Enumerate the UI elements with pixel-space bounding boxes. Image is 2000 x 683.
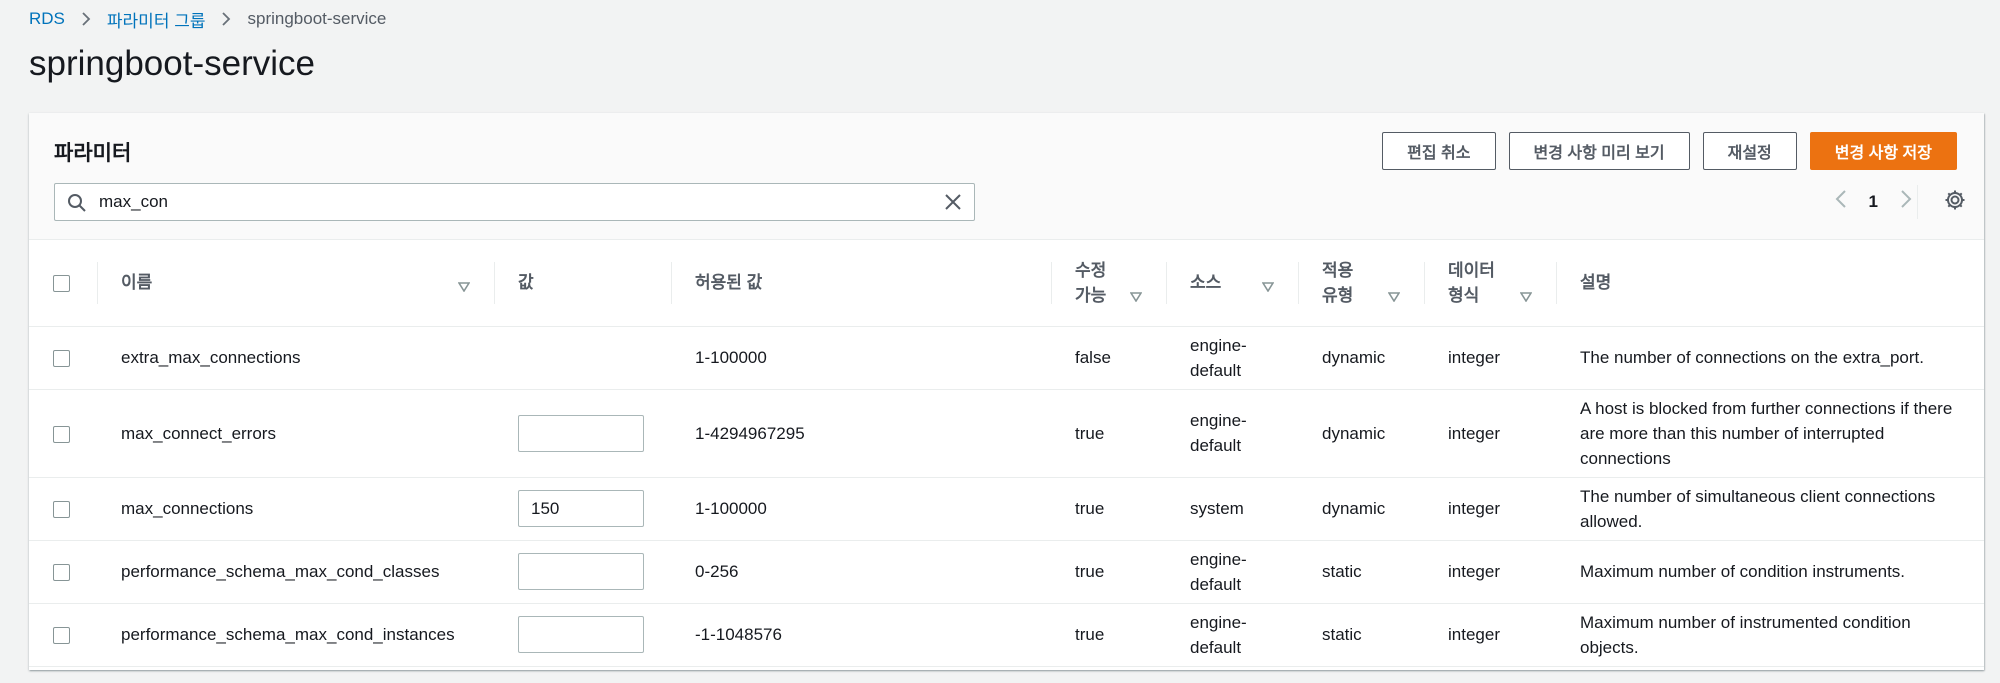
chevron-right-icon[interactable] bbox=[1900, 189, 1912, 214]
param-data-type: integer bbox=[1424, 540, 1556, 604]
breadcrumb-parameter-groups[interactable]: 파라미터 그룹 bbox=[107, 7, 206, 32]
sort-down-icon[interactable] bbox=[1387, 284, 1401, 309]
param-value bbox=[494, 326, 671, 390]
param-apply-type: dynamic bbox=[1298, 326, 1424, 390]
param-name: extra_max_connections bbox=[97, 326, 494, 390]
param-value-input[interactable] bbox=[518, 553, 644, 590]
chevron-left-icon[interactable] bbox=[1835, 189, 1847, 214]
param-data-type: integer bbox=[1424, 326, 1556, 390]
action-buttons: 편집 취소 변경 사항 미리 보기 재설정 변경 사항 저장 bbox=[1382, 132, 1957, 170]
row-checkbox[interactable] bbox=[53, 350, 70, 368]
search-input[interactable] bbox=[99, 188, 919, 216]
column-value: 값 bbox=[494, 240, 671, 327]
table-row: performance_schema_max_cond_classes 0-25… bbox=[29, 540, 1984, 604]
param-modifiable: true bbox=[1051, 540, 1166, 604]
param-allowed: -1-1048576 bbox=[671, 603, 1051, 667]
close-icon[interactable] bbox=[944, 193, 962, 216]
column-apply-type[interactable]: 적용 유형 bbox=[1298, 240, 1424, 327]
column-name[interactable]: 이름 bbox=[97, 240, 494, 327]
row-checkbox[interactable] bbox=[53, 564, 70, 582]
breadcrumb-current: springboot-service bbox=[247, 9, 387, 28]
sort-down-icon[interactable] bbox=[1129, 284, 1143, 309]
param-apply-type: static bbox=[1298, 540, 1424, 604]
parameters-panel: 파라미터 편집 취소 변경 사항 미리 보기 재설정 변경 사항 저장 1 bbox=[29, 113, 1984, 670]
param-data-type: integer bbox=[1424, 603, 1556, 667]
param-name: performance_schema_max_cond_instances bbox=[97, 603, 494, 667]
table-row: max_connections 1-100000 true system dyn… bbox=[29, 477, 1984, 541]
column-data-type[interactable]: 데이터 형식 bbox=[1424, 240, 1556, 327]
gear-icon[interactable] bbox=[1944, 189, 1966, 216]
cancel-edit-button[interactable]: 편집 취소 bbox=[1382, 132, 1496, 170]
search-field[interactable] bbox=[54, 183, 975, 221]
param-description: The number of simultaneous client connec… bbox=[1556, 477, 1984, 541]
param-description: Maximum number of instrumented condition… bbox=[1556, 603, 1984, 667]
param-apply-type: dynamic bbox=[1298, 477, 1424, 541]
row-checkbox[interactable] bbox=[53, 627, 70, 645]
pagination: 1 bbox=[1835, 189, 1912, 214]
param-value-input[interactable] bbox=[518, 414, 644, 452]
table-row: extra_max_connections 1-100000 false eng… bbox=[29, 326, 1984, 390]
breadcrumb-rds[interactable]: RDS bbox=[29, 9, 65, 29]
param-name: max_connect_errors bbox=[97, 389, 494, 478]
sort-down-icon[interactable] bbox=[457, 274, 471, 299]
param-allowed: 1-100000 bbox=[671, 326, 1051, 390]
current-page[interactable]: 1 bbox=[1869, 192, 1878, 212]
chevron-right-icon bbox=[81, 11, 91, 27]
breadcrumb: RDS 파라미터 그룹 springboot-service bbox=[29, 7, 386, 31]
column-source[interactable]: 소스 bbox=[1166, 240, 1298, 327]
column-modifiable[interactable]: 수정 가능 bbox=[1051, 240, 1166, 327]
row-checkbox[interactable] bbox=[53, 501, 70, 519]
select-all-checkbox[interactable] bbox=[53, 275, 70, 293]
param-name: performance_schema_max_cond_classes bbox=[97, 540, 494, 604]
header-select-all bbox=[29, 240, 97, 327]
param-allowed: 1-4294967295 bbox=[671, 389, 1051, 478]
reset-button[interactable]: 재설정 bbox=[1702, 132, 1797, 170]
param-description: Maximum number of condition instruments. bbox=[1556, 540, 1984, 604]
save-changes-button[interactable]: 변경 사항 저장 bbox=[1809, 132, 1957, 170]
param-source: engine-default bbox=[1166, 326, 1298, 390]
param-source: engine-default bbox=[1166, 540, 1298, 604]
table-row: performance_schema_max_cond_instances -1… bbox=[29, 603, 1984, 667]
chevron-right-icon bbox=[221, 11, 231, 27]
param-modifiable: false bbox=[1051, 326, 1166, 390]
param-source: engine-default bbox=[1166, 603, 1298, 667]
table-header-row: 이름 값 허용된 값 수정 가능 소스 적용 유형 데이터 형식 설명 bbox=[29, 240, 1984, 327]
param-name: max_connections bbox=[97, 477, 494, 541]
sort-down-icon[interactable] bbox=[1519, 284, 1533, 309]
param-modifiable: true bbox=[1051, 603, 1166, 667]
panel-header: 파라미터 편집 취소 변경 사항 미리 보기 재설정 변경 사항 저장 1 bbox=[29, 113, 1984, 240]
column-description: 설명 bbox=[1556, 240, 1984, 327]
param-allowed: 1-100000 bbox=[671, 477, 1051, 541]
param-source: system bbox=[1166, 477, 1298, 541]
page-title: springboot-service bbox=[29, 44, 315, 83]
param-value-input[interactable] bbox=[518, 616, 644, 653]
preview-changes-button[interactable]: 변경 사항 미리 보기 bbox=[1508, 132, 1690, 170]
param-apply-type: static bbox=[1298, 603, 1424, 667]
row-checkbox[interactable] bbox=[53, 425, 70, 443]
param-description: The number of connections on the extra_p… bbox=[1556, 326, 1984, 390]
param-description: A host is blocked from further connectio… bbox=[1556, 389, 1984, 478]
pager-divider bbox=[1917, 185, 1918, 219]
search-icon bbox=[67, 193, 87, 218]
param-modifiable: true bbox=[1051, 389, 1166, 478]
column-allowed: 허용된 값 bbox=[671, 240, 1051, 327]
parameters-table: 이름 값 허용된 값 수정 가능 소스 적용 유형 데이터 형식 설명 extra_m… bbox=[29, 240, 1984, 667]
param-apply-type: dynamic bbox=[1298, 389, 1424, 478]
param-modifiable: true bbox=[1051, 477, 1166, 541]
param-data-type: integer bbox=[1424, 477, 1556, 541]
sort-down-icon[interactable] bbox=[1261, 274, 1275, 299]
param-data-type: integer bbox=[1424, 389, 1556, 478]
table-row: max_connect_errors 1-4294967295 true eng… bbox=[29, 389, 1984, 478]
panel-title: 파라미터 bbox=[54, 142, 132, 165]
param-value-input[interactable] bbox=[518, 490, 644, 527]
param-source: engine-default bbox=[1166, 389, 1298, 478]
param-allowed: 0-256 bbox=[671, 540, 1051, 604]
